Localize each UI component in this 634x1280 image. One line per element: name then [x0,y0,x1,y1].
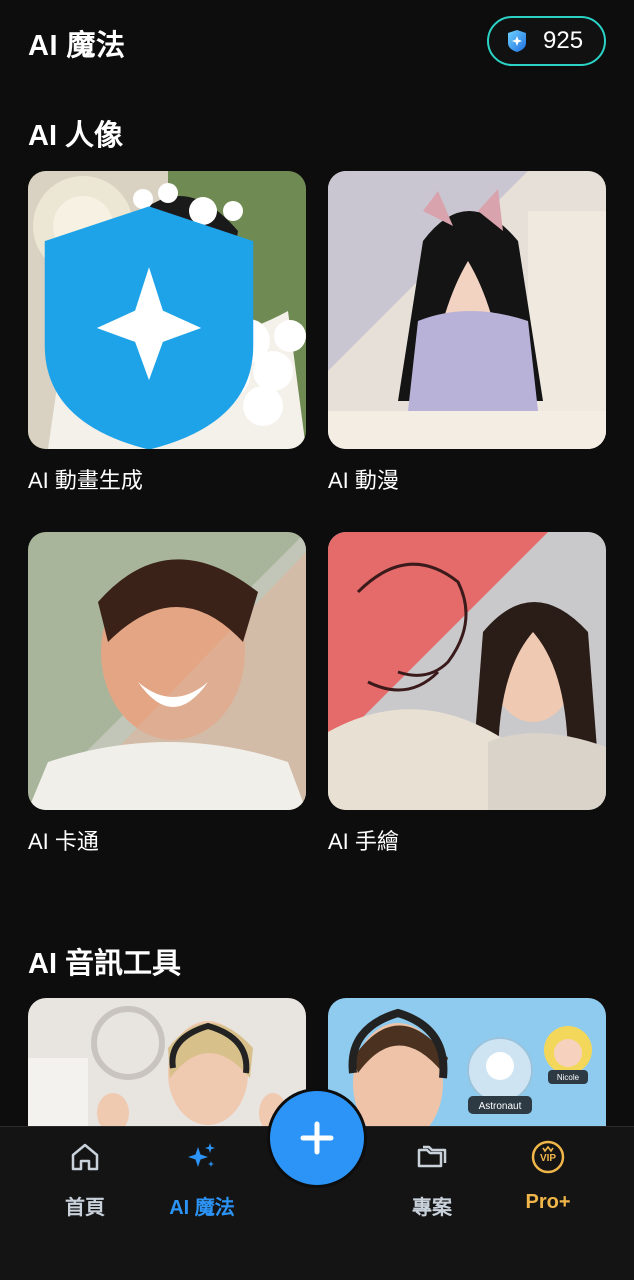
folder-icon [417,1145,447,1168]
tab-label: 專案 [412,1197,452,1219]
card-ai-sketch[interactable]: AI 手繪 [328,532,606,856]
tab-projects[interactable]: 專案 [372,1139,492,1220]
card-label: AI 卡通 [28,829,99,854]
ai-badge-icon [44,206,254,449]
card-label: AI 動漫 [328,468,399,493]
voice-chip-astronaut: Astronaut [479,1101,522,1112]
tab-label: 首頁 [65,1197,105,1219]
svg-text:VIP: VIP [540,1153,556,1164]
tab-label: AI 魔法 [169,1197,235,1219]
tab-ai-magic[interactable]: AI 魔法 [142,1139,262,1220]
home-icon [71,1143,99,1171]
card-label: AI 動畫生成 [28,468,143,493]
section-title-portrait: AI 人像 [28,120,124,152]
section-title-audio: AI 音訊工具 [28,948,182,980]
card-ai-animation[interactable]: AI 動畫生成 [28,171,306,495]
gem-icon [508,30,526,52]
credit-count: 925 [543,27,584,54]
voice-chip-nicole: Nicole [557,1073,580,1082]
tab-home[interactable]: 首頁 [25,1139,145,1220]
plus-icon [300,1121,334,1155]
sparkle-icon [188,1143,215,1167]
card-audio-voice-changer[interactable]: Astronaut Nicole [328,998,606,1138]
create-button[interactable] [270,1091,364,1185]
credits-button[interactable]: 925 [487,16,606,66]
page-title: AI 魔法 [28,30,126,62]
card-audio-voice[interactable] [28,998,306,1138]
tab-pro[interactable]: VIP Pro+ [488,1139,608,1214]
card-thumbnail [328,532,606,810]
vip-icon: VIP [531,1140,565,1174]
card-ai-anime[interactable]: AI 動漫 [328,171,606,495]
tab-label: Pro+ [525,1191,571,1213]
card-thumbnail [328,171,606,449]
card-ai-cartoon[interactable]: AI 卡通 [28,532,306,856]
card-thumbnail [28,171,306,449]
header: AI 魔法 925 [0,0,634,90]
card-thumbnail [28,532,306,810]
card-label: AI 手繪 [328,829,399,854]
